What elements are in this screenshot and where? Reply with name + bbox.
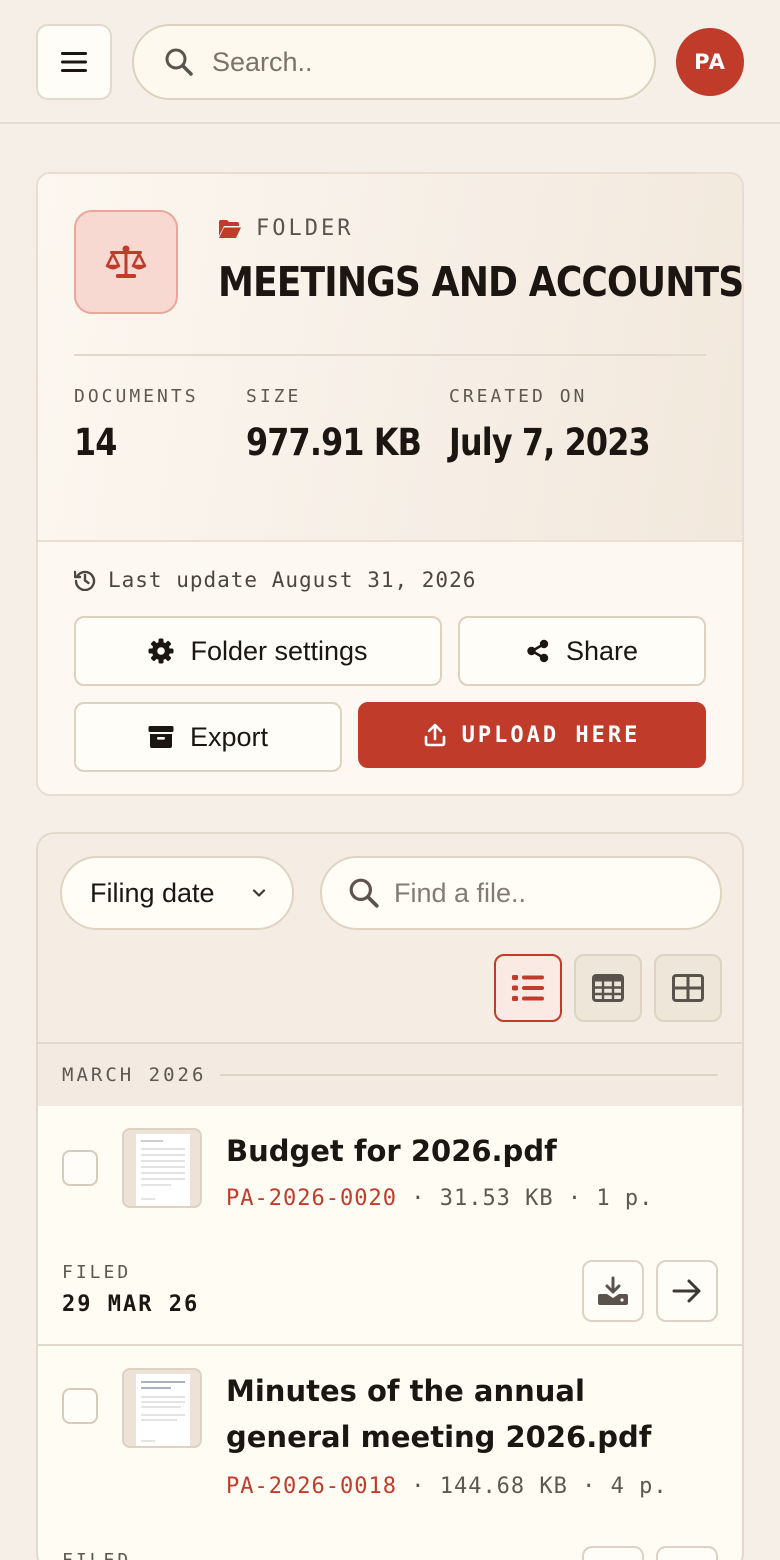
search-icon xyxy=(165,48,193,76)
month-label: MARCH 2026 xyxy=(62,1064,207,1086)
last-update-text: Last update August 31, 2026 xyxy=(108,568,477,592)
file-meta: PA-2026-0018 · 144.68 KB · 4 p. xyxy=(226,1474,668,1499)
divider xyxy=(220,1074,718,1076)
view-table-button[interactable] xyxy=(574,954,642,1022)
scale-icon xyxy=(105,245,147,278)
filed-label: FILED xyxy=(62,1262,132,1283)
meta-separator: · xyxy=(411,1186,440,1211)
find-file-input[interactable] xyxy=(394,877,694,909)
stat-documents: DOCUMENTS 14 xyxy=(74,386,199,464)
folder-settings-label: Folder settings xyxy=(190,635,368,666)
file-checkbox[interactable] xyxy=(62,1388,98,1424)
sort-value: Filing date xyxy=(90,877,215,908)
stat-size-value: 977.91 KB xyxy=(246,421,422,464)
file-reference: PA-2026-0018 xyxy=(226,1474,397,1499)
menu-button[interactable] xyxy=(36,24,112,100)
file-checkbox[interactable] xyxy=(62,1150,98,1186)
chevron-down-icon xyxy=(252,889,266,897)
search-input[interactable] xyxy=(212,46,612,78)
file-row[interactable]: Minutes of the annual general meeting 20… xyxy=(38,1346,742,1560)
global-search[interactable] xyxy=(132,24,656,100)
file-thumbnail xyxy=(122,1128,202,1208)
folder-header: FOLDER MEETINGS AND ACCOUNTS DOCUMENTS 1… xyxy=(38,174,742,542)
stat-documents-label: DOCUMENTS xyxy=(74,386,199,407)
avatar[interactable]: PA xyxy=(676,28,744,96)
folder-settings-button[interactable]: Folder settings xyxy=(74,616,442,686)
month-group-header: MARCH 2026 xyxy=(38,1042,742,1108)
files-panel: Filing date Find a file.. MARCH 2026 Bud… xyxy=(36,832,744,1560)
divider xyxy=(74,354,706,356)
share-button[interactable]: Share xyxy=(458,616,706,686)
share-label: Share xyxy=(565,635,639,666)
list-icon xyxy=(512,975,544,1001)
hamburger-icon xyxy=(61,52,87,72)
folder-card: FOLDER MEETINGS AND ACCOUNTS DOCUMENTS 1… xyxy=(36,172,744,796)
upload-icon xyxy=(424,723,445,747)
stat-created-label: CREATED ON xyxy=(449,386,588,407)
meta-separator: · xyxy=(411,1474,440,1499)
meta-separator: · xyxy=(582,1474,611,1499)
upload-button[interactable]: UPLOAD HERE xyxy=(358,702,706,768)
view-list-button[interactable] xyxy=(494,954,562,1022)
arrow-right-icon xyxy=(672,1279,701,1303)
open-button[interactable] xyxy=(656,1260,718,1322)
search-icon xyxy=(349,878,379,908)
stat-created: CREATED ON July 7, 2023 xyxy=(449,386,682,464)
stat-size-label: SIZE xyxy=(246,386,302,407)
stat-size: SIZE 977.91 KB xyxy=(246,386,450,464)
file-thumbnail xyxy=(122,1368,202,1448)
last-update: Last update August 31, 2026 xyxy=(74,568,476,592)
filed-label: FILED xyxy=(62,1550,131,1560)
export-label: Export xyxy=(189,721,269,752)
grid-icon xyxy=(672,974,704,1002)
file-name[interactable]: Minutes of the annual general meeting 20… xyxy=(226,1368,706,1460)
open-button[interactable] xyxy=(656,1546,718,1560)
download-icon xyxy=(598,1276,628,1305)
file-name[interactable]: Budget for 2026.pdf xyxy=(226,1128,706,1174)
stat-documents-value: 14 xyxy=(74,421,117,464)
file-size: 31.53 KB xyxy=(439,1186,554,1211)
folder-title: MEETINGS AND ACCOUNTS xyxy=(218,258,744,306)
gear-icon xyxy=(148,638,174,664)
file-row[interactable]: Budget for 2026.pdf PA-2026-0020 · 31.53… xyxy=(38,1106,742,1346)
file-size: 144.68 KB xyxy=(439,1474,568,1499)
top-bar: PA xyxy=(0,0,780,124)
folder-kicker: FOLDER xyxy=(218,216,353,241)
stat-created-value: July 7, 2023 xyxy=(449,421,651,464)
share-icon xyxy=(527,639,549,663)
folder-badge xyxy=(74,210,178,314)
upload-label: UPLOAD HERE xyxy=(461,722,641,748)
table-icon xyxy=(592,974,624,1002)
file-reference: PA-2026-0020 xyxy=(226,1186,397,1211)
archive-icon xyxy=(148,726,174,748)
folder-kicker-label: FOLDER xyxy=(256,216,354,241)
file-pages: 4 p. xyxy=(610,1474,668,1499)
folder-open-icon xyxy=(219,219,241,238)
export-button[interactable]: Export xyxy=(74,702,342,772)
file-pages: 1 p. xyxy=(596,1186,654,1211)
meta-separator: · xyxy=(567,1186,597,1211)
find-file-field[interactable] xyxy=(320,856,722,930)
download-button[interactable] xyxy=(582,1260,644,1322)
file-meta: PA-2026-0020 · 31.53 KB · 1 p. xyxy=(226,1186,653,1211)
download-button[interactable] xyxy=(582,1546,644,1560)
history-icon xyxy=(74,570,96,591)
filed-date: 29 MAR 26 xyxy=(62,1292,200,1317)
sort-select[interactable]: Filing date xyxy=(60,856,294,930)
view-grid-button[interactable] xyxy=(654,954,722,1022)
